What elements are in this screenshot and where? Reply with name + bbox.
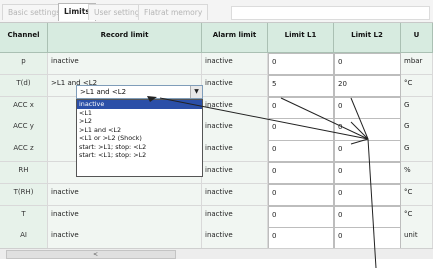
unit-cell: G <box>401 96 433 119</box>
unit-cell: °C <box>401 205 433 228</box>
column-header-alarm-limit: Alarm limit <box>202 23 268 53</box>
dropdown-option[interactable]: >L1 and <L2 <box>77 126 202 135</box>
limit-l2-input[interactable]: 0 <box>334 205 401 228</box>
dropdown-option[interactable]: <L1 or >L2 (Shock) <box>77 134 202 143</box>
chevron-down-icon[interactable]: ▼ <box>190 86 202 98</box>
record-limit-cell[interactable]: inactive <box>48 227 202 250</box>
channel-cell: RH <box>0 162 48 185</box>
column-header-channel: Channel <box>0 23 48 53</box>
combobox-value: >L1 and <L2 <box>80 88 127 96</box>
alarm-limit-cell[interactable]: inactive <box>202 96 268 119</box>
channel-cell: AI <box>0 227 48 250</box>
channel-cell: T(d) <box>0 74 48 98</box>
tab-flatrat-memory[interactable]: Flatrat memory <box>138 4 209 20</box>
alarm-limit-cell[interactable]: inactive <box>202 140 268 163</box>
unit-cell: % <box>401 162 433 185</box>
limit-l2-input[interactable]: 0 <box>334 140 401 163</box>
column-header-unit: U <box>401 23 433 53</box>
limit-l1-input[interactable]: 0 <box>268 96 334 119</box>
alarm-limit-cell[interactable]: inactive <box>202 162 268 185</box>
record-limit-cell[interactable]: inactive <box>48 205 202 228</box>
limit-l2-input[interactable]: 0 <box>334 227 401 250</box>
limit-l1-input[interactable]: 0 <box>268 162 334 185</box>
limits-table: Channel Record limit Alarm limit Limit L… <box>0 22 433 250</box>
horizontal-scrollbar[interactable]: < <box>0 248 433 259</box>
unit-cell: G <box>401 118 433 141</box>
alarm-limit-cell[interactable]: inactive <box>202 183 268 207</box>
limit-l2-input[interactable]: 0 <box>334 96 401 119</box>
alarm-limit-cell[interactable]: inactive <box>202 118 268 141</box>
unit-cell: mbar <box>401 53 433 76</box>
record-limit-dropdown-list[interactable]: inactive <L1 >L2 >L1 and <L2 <L1 or >L2 (Sho… <box>76 99 203 177</box>
dropdown-option[interactable]: inactive <box>77 100 202 109</box>
limit-l1-input[interactable]: 0 <box>268 227 334 250</box>
alarm-limit-cell[interactable]: inactive <box>202 205 268 228</box>
limit-l1-input[interactable]: 0 <box>268 183 334 207</box>
alarm-limit-cell[interactable]: inactive <box>202 227 268 250</box>
limit-l1-input[interactable]: 0 <box>268 140 334 163</box>
dropdown-option[interactable]: >L2 <box>77 117 202 126</box>
limit-l1-input[interactable]: 5 <box>268 74 334 98</box>
limit-l2-input[interactable]: 0 <box>334 118 401 141</box>
scrollbar-thumb[interactable]: < <box>6 250 176 259</box>
tab-bar: Basic settings Limits User settings Flat… <box>0 0 433 22</box>
channel-cell: T(RH) <box>0 183 48 207</box>
dropdown-option[interactable]: <L1 <box>77 109 202 118</box>
unit-cell: unit <box>401 227 433 250</box>
limit-l2-input[interactable]: 0 <box>334 183 401 207</box>
alarm-limit-cell[interactable]: inactive <box>202 53 268 76</box>
channel-cell: T <box>0 205 48 228</box>
limit-l1-input[interactable]: 0 <box>268 53 334 76</box>
dropdown-option[interactable]: start: >L1; stop: <L2 <box>77 143 202 152</box>
tab-strip-filler <box>231 6 430 20</box>
column-header-record-limit: Record limit <box>48 23 202 53</box>
unit-cell: G <box>401 140 433 163</box>
channel-cell: ACC z <box>0 140 48 163</box>
column-header-limit-l2: Limit L2 <box>334 23 401 53</box>
limit-l2-input[interactable]: 20 <box>334 74 401 98</box>
record-limit-cell[interactable]: inactive <box>48 53 202 76</box>
record-limit-cell[interactable]: inactive <box>48 183 202 207</box>
limit-l1-input[interactable]: 0 <box>268 118 334 141</box>
limit-l1-input[interactable]: 0 <box>268 205 334 228</box>
bottom-area <box>0 259 433 280</box>
unit-cell: °C <box>401 74 433 98</box>
column-header-limit-l1: Limit L1 <box>268 23 334 53</box>
channel-cell: ACC x <box>0 96 48 119</box>
tab-basic-settings[interactable]: Basic settings <box>2 4 67 20</box>
dropdown-option[interactable]: start: <L1; stop: >L2 <box>77 151 202 160</box>
channel-cell: ACC y <box>0 118 48 141</box>
unit-cell: °C <box>401 183 433 207</box>
limit-l2-input[interactable]: 0 <box>334 162 401 185</box>
channel-cell: p <box>0 53 48 76</box>
alarm-limit-cell[interactable]: inactive <box>202 74 268 98</box>
scroll-left-arrow-icon[interactable]: < <box>93 251 98 258</box>
limit-l2-input[interactable]: 0 <box>334 53 401 76</box>
record-limit-combobox[interactable]: >L1 and <L2 ▼ <box>76 85 203 99</box>
